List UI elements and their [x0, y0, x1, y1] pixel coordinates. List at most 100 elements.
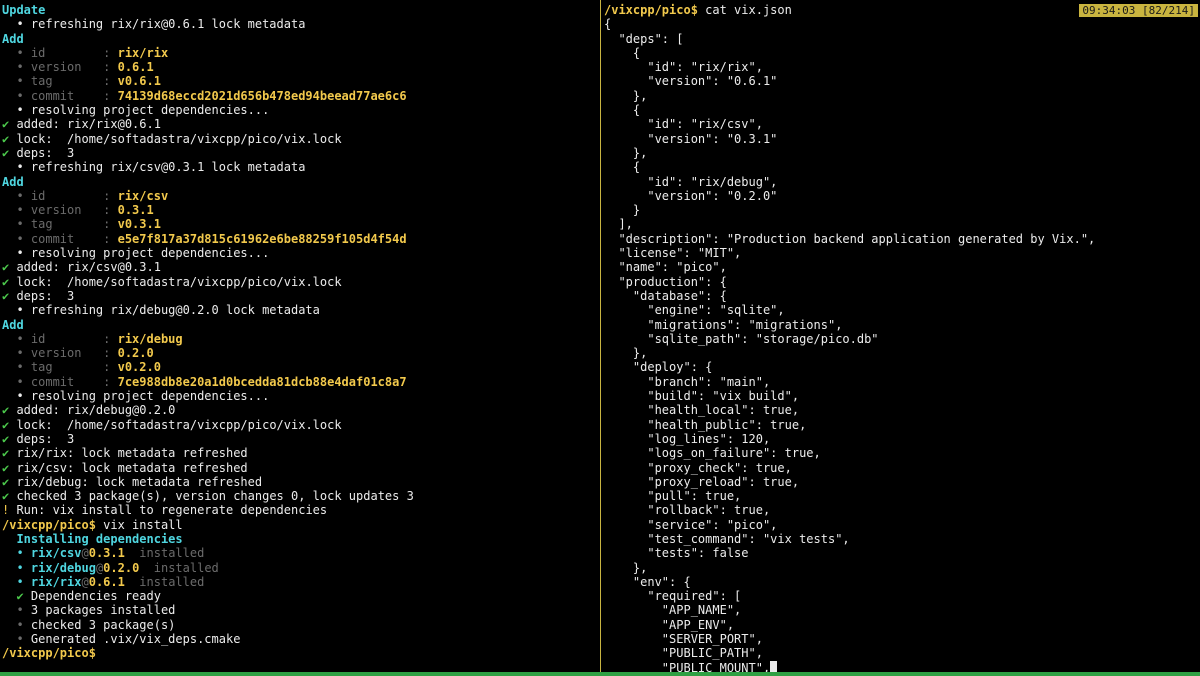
left-terminal-line: • refreshing rix/csv@0.3.1 lock metadata — [2, 160, 600, 174]
terminal-text: "id": "rix/csv", — [604, 117, 763, 132]
terminal-text: "env": { — [604, 574, 691, 589]
terminal-text: { — [604, 17, 612, 32]
terminal-text: vix install — [95, 517, 183, 532]
terminal-text: Add — [2, 317, 24, 332]
terminal-text: "proxy_check": true, — [604, 460, 792, 475]
terminal-text: • resolving project dependencies... — [2, 103, 270, 118]
terminal-text: "branch": "main", — [604, 374, 771, 389]
right-terminal-line: "branch": "main", — [604, 375, 1200, 389]
right-terminal-line: "sqlite_path": "storage/pico.db" — [604, 332, 1200, 346]
terminal-text: rix/rix — [30, 574, 82, 589]
right-terminal-line: }, — [604, 346, 1200, 360]
left-terminal-line: ! Run: vix install to regenerate depende… — [2, 503, 600, 517]
right-terminal-line: "production": { — [604, 275, 1200, 289]
terminal-text: "database": { — [604, 288, 727, 303]
terminal-text: added: rix/rix@0.6.1 — [9, 117, 161, 132]
left-terminal-line: • commit : e5e7f817a37d815c61962e6be8825… — [2, 232, 600, 246]
terminal-text: 0.3.1 — [88, 546, 125, 561]
terminal-text: @ — [81, 574, 89, 589]
terminal-text: e5e7f817a37d815c61962e6be88259f105d4f54d — [117, 231, 407, 246]
terminal-text: "production": { — [604, 274, 727, 289]
terminal-text: • resolving project dependencies... — [2, 389, 270, 404]
terminal-text: checked 3 package(s), version changes 0,… — [9, 489, 414, 504]
terminal-text: "sqlite_path": "storage/pico.db" — [604, 331, 879, 346]
terminal-pane-left[interactable]: Update • refreshing rix/rix@0.6.1 lock m… — [0, 0, 600, 672]
right-terminal-line: "version": "0.6.1" — [604, 74, 1200, 88]
right-terminal-line: "deps": [ — [604, 32, 1200, 46]
left-terminal-line: ✔ added: rix/debug@0.2.0 — [2, 403, 600, 417]
left-terminal-line: • version : 0.3.1 — [2, 203, 600, 217]
left-terminal-line: Add — [2, 32, 600, 46]
terminal-text: • tag : — [2, 217, 118, 232]
terminal-text: "version": "0.2.0" — [604, 188, 778, 203]
terminal-text: "health_local": true, — [604, 403, 800, 418]
terminal-text: 0.6.1 — [88, 574, 125, 589]
terminal-text: Update — [2, 3, 46, 17]
terminal-text: "version": "0.6.1" — [604, 74, 778, 89]
terminal-text: deps: 3 — [9, 431, 75, 446]
right-terminal-line: "deploy": { — [604, 360, 1200, 374]
terminal-text: "license": "MIT", — [604, 246, 742, 261]
terminal-text: • — [2, 560, 31, 575]
terminal-text: "logs_on_failure": true, — [604, 446, 821, 461]
terminal-text: • tag : — [2, 74, 118, 89]
terminal-text: • version : — [2, 346, 118, 361]
terminal-text: • commit : — [2, 231, 118, 246]
terminal-text: "PUBLIC_PATH", — [604, 646, 763, 661]
terminal-text: • id : — [2, 45, 118, 60]
left-terminal-line: • version : 0.2.0 — [2, 346, 600, 360]
right-terminal-line: "build": "vix build", — [604, 389, 1200, 403]
right-terminal-line: }, — [604, 89, 1200, 103]
right-terminal-line: "database": { — [604, 289, 1200, 303]
right-terminal-line: ], — [604, 217, 1200, 231]
terminal-text: "build": "vix build", — [604, 389, 800, 404]
right-terminal-line: "SERVER_PORT", — [604, 632, 1200, 646]
terminal-text: Run: vix install to regenerate dependenc… — [9, 503, 328, 518]
right-terminal-line: }, — [604, 146, 1200, 160]
terminal-text: rix/debug — [30, 560, 96, 575]
terminal-text: Add — [2, 174, 24, 189]
right-terminal-line: "APP_NAME", — [604, 603, 1200, 617]
terminal-text: • — [2, 574, 31, 589]
terminal-text: "log_lines": 120, — [604, 431, 771, 446]
terminal-text: lock: /home/softadastra/vixcpp/pico/vix.… — [9, 131, 342, 146]
left-terminal-line: /vixcpp/pico$ vix install — [2, 518, 600, 532]
terminal-text: v0.3.1 — [117, 217, 161, 232]
left-terminal-line: ✔ lock: /home/softadastra/vixcpp/pico/vi… — [2, 275, 600, 289]
right-terminal-line: "test_command": "vix tests", — [604, 532, 1200, 546]
right-terminal-line: "proxy_reload": true, — [604, 475, 1200, 489]
terminal-text: "pull": true, — [604, 489, 742, 504]
right-terminal-line: "log_lines": 120, — [604, 432, 1200, 446]
right-terminal-line: { — [604, 46, 1200, 60]
right-terminal-line: "engine": "sqlite", — [604, 303, 1200, 317]
left-terminal-line: • tag : v0.3.1 — [2, 217, 600, 231]
left-terminal-line: • version : 0.6.1 — [2, 60, 600, 74]
terminal-text: "deploy": { — [604, 360, 713, 375]
right-terminal-line: "version": "0.3.1" — [604, 132, 1200, 146]
terminal-text: { — [604, 160, 641, 175]
terminal-text: • — [2, 546, 31, 561]
terminal-pane-right[interactable]: /vixcpp/pico$ cat vix.json{ "deps": [ { … — [602, 0, 1200, 672]
terminal-text: rix/rix — [117, 45, 169, 60]
terminal-text: installed — [124, 574, 205, 589]
right-terminal-line: "service": "pico", — [604, 518, 1200, 532]
terminal-text: ], — [604, 217, 633, 232]
left-terminal-line: • tag : v0.6.1 — [2, 74, 600, 88]
right-terminal-line: { — [604, 103, 1200, 117]
left-terminal-line: Add — [2, 318, 600, 332]
left-terminal-line: • tag : v0.2.0 — [2, 360, 600, 374]
terminal-text: "APP_ENV", — [604, 617, 735, 632]
terminal-text: rix/csv — [117, 188, 169, 203]
terminal-text: installed — [139, 560, 219, 575]
terminal-text: "tests": false — [604, 546, 749, 561]
right-terminal-line: "migrations": "migrations", — [604, 318, 1200, 332]
right-terminal-line: "license": "MIT", — [604, 246, 1200, 260]
terminal-text: • — [2, 603, 24, 618]
pane-divider[interactable] — [600, 0, 601, 672]
terminal-text: added: rix/debug@0.2.0 — [9, 403, 176, 418]
terminal-text: rix/debug — [117, 331, 183, 346]
right-terminal-line: }, — [604, 561, 1200, 575]
terminal-text: Installing dependencies — [2, 531, 183, 546]
right-terminal-line: "description": "Production backend appli… — [604, 232, 1200, 246]
terminal-text: checked 3 package(s) — [23, 617, 176, 632]
